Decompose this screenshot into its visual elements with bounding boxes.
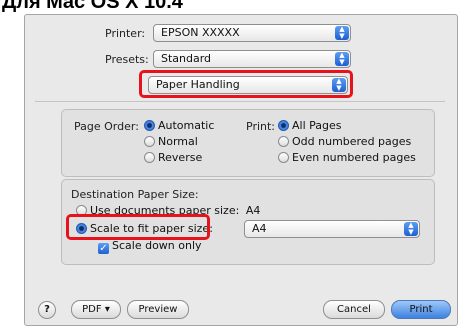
option-label: Normal [158, 135, 198, 148]
option-label: Scale down only [112, 239, 202, 252]
destination-title: Destination Paper Size: [71, 188, 199, 201]
cancel-button[interactable]: Cancel [323, 300, 385, 319]
printer-popup[interactable]: EPSON XXXXX ▲ ▼ [153, 24, 351, 42]
highlight-panel-popup [139, 70, 353, 98]
radio-selected-icon [278, 120, 289, 131]
pdf-menu-button[interactable]: PDF ▾ [71, 300, 121, 319]
presets-label: Presets: [105, 53, 149, 66]
option-label: Reverse [158, 151, 203, 164]
preview-button[interactable]: Preview [127, 300, 189, 319]
divider [35, 101, 445, 102]
option-label: Even numbered pages [292, 151, 416, 164]
scale-size-value: A4 [252, 222, 267, 235]
page-order-reverse[interactable]: Reverse [144, 151, 202, 164]
ordering-group: Page Order: Automatic Normal Reverse Pri… [61, 109, 435, 177]
radio-icon [278, 152, 289, 163]
print-label: Print: [246, 120, 276, 133]
presets-value: Standard [161, 52, 212, 65]
scale-down-only-checkbox[interactable]: ✓ Scale down only [98, 239, 202, 254]
radio-icon [144, 136, 155, 147]
option-label: Odd numbered pages [292, 135, 412, 148]
print-odd-pages[interactable]: Odd numbered pages [278, 135, 411, 148]
popup-arrows-icon: ▲ ▼ [335, 26, 349, 40]
print-all-pages[interactable]: All Pages [278, 119, 342, 132]
print-dialog: Printer: EPSON XXXXX ▲ ▼ Presets: Standar… [24, 14, 458, 326]
page-order-automatic[interactable]: Automatic [144, 119, 214, 132]
highlight-scale-to-fit [66, 214, 210, 240]
page-order-label: Page Order: [74, 120, 139, 133]
document-size-value: A4 [245, 204, 261, 217]
scale-size-popup[interactable]: A4 ▲ ▼ [244, 220, 420, 238]
checkmark-icon: ✓ [98, 243, 109, 254]
print-even-pages[interactable]: Even numbered pages [278, 151, 416, 164]
radio-icon [278, 136, 289, 147]
help-button[interactable]: ? [38, 301, 56, 319]
popup-arrows-icon: ▲ ▼ [335, 52, 349, 66]
page-heading: Для Mac OS X 10.4 [2, 0, 183, 13]
radio-icon [144, 152, 155, 163]
presets-popup[interactable]: Standard ▲ ▼ [153, 50, 351, 68]
popup-arrows-icon: ▲ ▼ [404, 222, 418, 236]
page-order-normal[interactable]: Normal [144, 135, 198, 148]
option-label: Automatic [158, 119, 215, 132]
radio-selected-icon [144, 120, 155, 131]
print-button[interactable]: Print [391, 300, 451, 319]
printer-value: EPSON XXXXX [161, 26, 240, 39]
printer-label: Printer: [105, 27, 146, 40]
option-label: All Pages [292, 119, 342, 132]
